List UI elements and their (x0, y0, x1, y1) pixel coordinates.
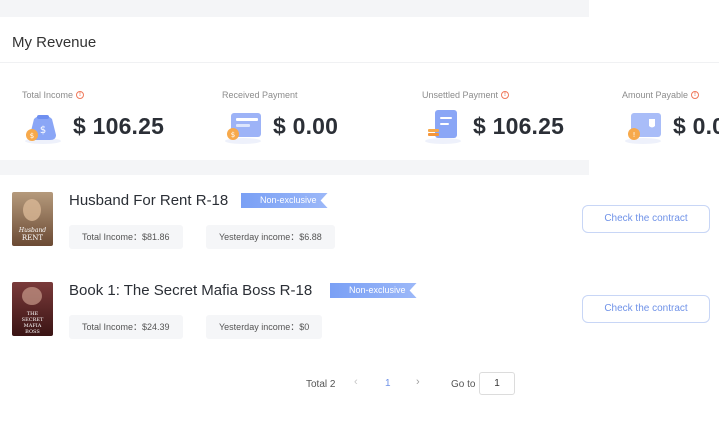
stat-total-income: Total Income! $ $ $ 106.25 (22, 89, 164, 145)
svg-text:$: $ (231, 131, 235, 139)
info-icon[interactable]: ! (501, 90, 510, 99)
stat-value: $ 106.25 (73, 112, 165, 139)
card-icon: $ (222, 107, 264, 145)
chevron-left-icon[interactable]: ‹ (354, 376, 358, 388)
book-cover[interactable]: Husband RENT (12, 192, 53, 246)
wallet-icon: ! (622, 107, 664, 145)
check-contract-button[interactable]: Check the contract (582, 295, 710, 323)
stat-label: Unsettled Payment (422, 89, 499, 100)
yesterday-income-pill: Yesterday income：$6.88 (206, 225, 335, 249)
document-icon (422, 107, 464, 145)
svg-text:BOSS: BOSS (25, 329, 40, 335)
book-row: THE SECRET MAFIA BOSS Book 1: The Secret… (12, 282, 712, 339)
stat-unsettled-payment: Unsettled Payment! $ 106.25 (422, 89, 564, 145)
chevron-right-icon[interactable]: › (416, 376, 420, 388)
stat-label: Total Income (22, 89, 74, 100)
info-icon[interactable]: ! (76, 90, 85, 99)
goto-page-input[interactable] (479, 372, 515, 395)
book-title[interactable]: Husband For Rent R-18 (69, 192, 228, 209)
top-band (0, 0, 589, 17)
book-cover[interactable]: THE SECRET MAFIA BOSS (12, 282, 53, 336)
header-divider (0, 62, 719, 63)
total-income-pill: Total Income：$24.39 (69, 315, 183, 339)
stat-received-payment: Received Payment $ $ 0.00 (222, 89, 338, 145)
stat-label: Received Payment (222, 89, 298, 100)
stat-value: $ 0.00 (273, 112, 339, 139)
book-title[interactable]: Book 1: The Secret Mafia Boss R-18 (69, 282, 312, 299)
svg-text:!: ! (633, 131, 636, 139)
contract-type-tag: Non-exclusive (330, 283, 417, 298)
pagination-total: Total 2 (306, 379, 336, 390)
page-title: My Revenue (12, 34, 97, 51)
svg-text:$: $ (30, 132, 34, 140)
goto-label: Go to (451, 379, 476, 390)
book-row: Husband RENT Husband For Rent R-18 Non-e… (12, 192, 712, 249)
money-bag-icon: $ $ (22, 107, 64, 145)
section-band (0, 160, 589, 175)
stat-value: $ 0.00 (673, 112, 719, 139)
pagination: Total 2 ‹ 1 › Go to (0, 372, 719, 396)
yesterday-income-pill: Yesterday income：$0 (206, 315, 323, 339)
info-icon[interactable]: ! (691, 90, 700, 99)
contract-type-tag: Non-exclusive (241, 193, 328, 208)
page-number[interactable]: 1 (385, 378, 391, 389)
total-income-pill: Total Income：$81.86 (69, 225, 183, 249)
svg-text:RENT: RENT (22, 234, 44, 242)
svg-text:$: $ (40, 125, 46, 136)
stat-amount-payable: Amount Payable! ! $ 0.00 (622, 89, 719, 145)
check-contract-button[interactable]: Check the contract (582, 205, 710, 233)
stat-value: $ 106.25 (473, 112, 565, 139)
stat-label: Amount Payable (622, 89, 689, 100)
svg-text:Husband: Husband (18, 227, 46, 234)
